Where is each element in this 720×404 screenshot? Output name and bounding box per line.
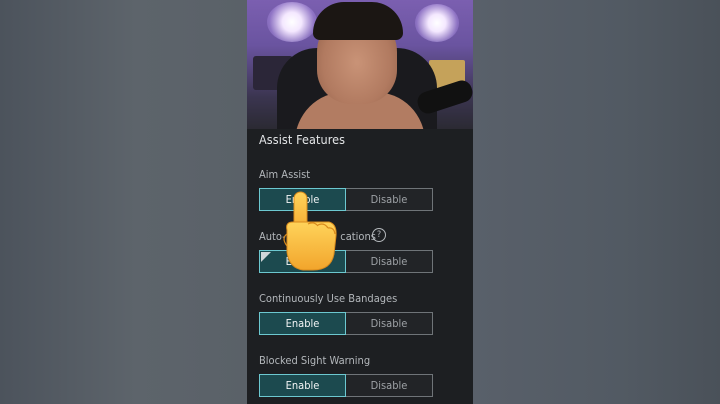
lamp-light-right (415, 4, 459, 42)
panel-title: Assist Features (259, 132, 346, 147)
pointing-hand-emoji (283, 191, 337, 271)
left-blur-background (0, 0, 247, 404)
new-badge-icon (261, 252, 271, 262)
setting-label: Continuously Use Bandages (259, 292, 398, 305)
right-blur-background (473, 0, 720, 404)
setting-label-end: cations (340, 230, 376, 243)
setting-label: Blocked Sight Warning (259, 354, 371, 367)
blocked-sight-toggle: Enable Disable (259, 374, 433, 397)
disable-option[interactable]: Disable (346, 374, 433, 397)
streamer-hair (313, 2, 403, 40)
disable-option[interactable]: Disable (346, 312, 433, 335)
lamp-light-left (267, 2, 317, 42)
disable-option[interactable]: Disable (346, 188, 433, 211)
disable-option[interactable]: Disable (346, 250, 433, 273)
bandages-toggle: Enable Disable (259, 312, 433, 335)
setting-label: Aim Assist (259, 168, 311, 181)
question-circle-icon[interactable]: ? (372, 228, 386, 242)
enable-option[interactable]: Enable (259, 374, 346, 397)
enable-option[interactable]: Enable (259, 312, 346, 335)
webcam-overlay (247, 0, 473, 129)
